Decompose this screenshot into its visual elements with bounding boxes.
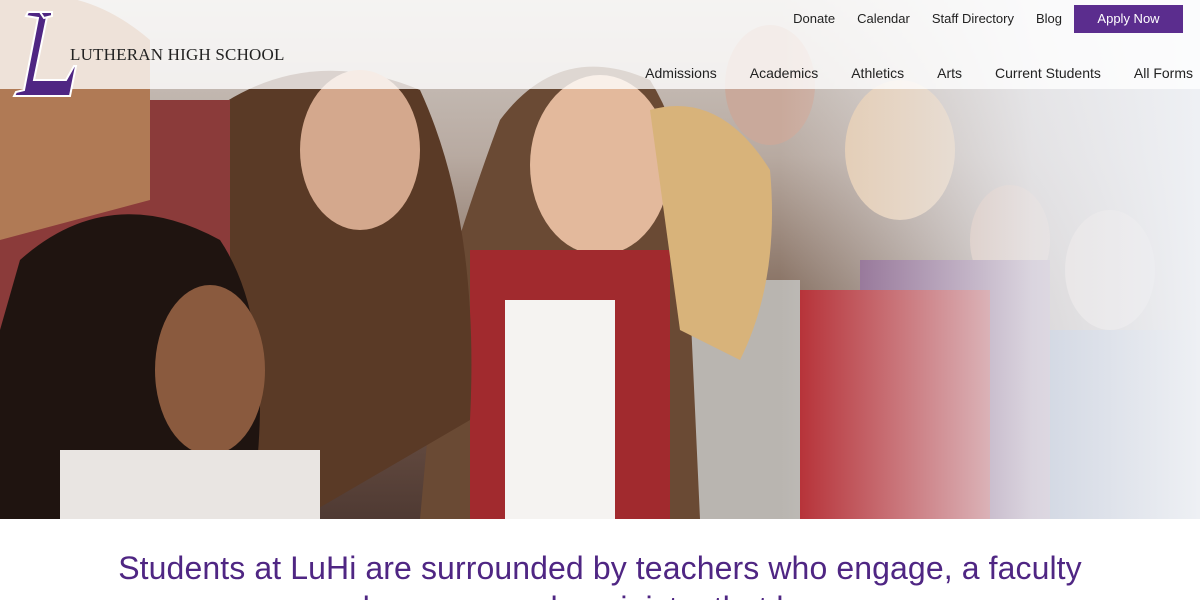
donate-link[interactable]: Donate [793,5,835,33]
utility-nav: Donate Calendar Staff Directory Blog App… [771,5,1183,33]
staff-directory-link[interactable]: Staff Directory [932,5,1014,33]
nav-current-students[interactable]: Current Students [995,62,1101,84]
nav-all-forms[interactable]: All Forms [1134,62,1193,84]
tagline-line-2: who cares, and a ministry that loves. [0,588,1200,600]
nav-athletics[interactable]: Athletics [851,62,904,84]
intro-tagline: Students at LuHi are surrounded by teach… [0,548,1200,600]
nav-arts[interactable]: Arts [937,62,962,84]
apply-now-button[interactable]: Apply Now [1074,5,1183,33]
school-name[interactable]: LUTHERAN HIGH SCHOOL [70,45,285,65]
nav-academics[interactable]: Academics [750,62,818,84]
blog-link[interactable]: Blog [1036,5,1062,33]
calendar-link[interactable]: Calendar [857,5,910,33]
tagline-line-1: Students at LuHi are surrounded by teach… [118,550,1082,586]
nav-admissions[interactable]: Admissions [645,62,717,84]
main-nav: Admissions Academics Athletics Arts Curr… [612,62,1193,84]
